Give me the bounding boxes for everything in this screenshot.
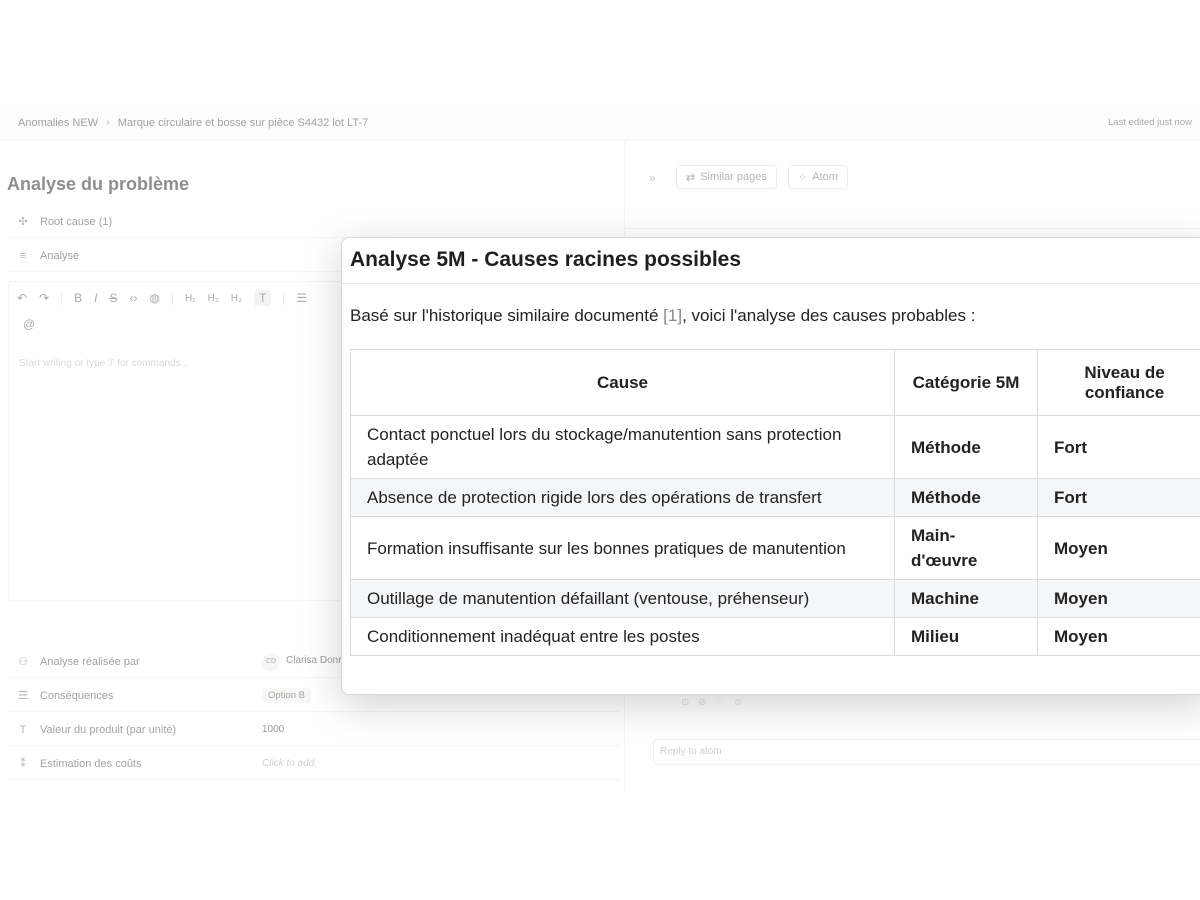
topbar: Anomalies NEW › Marque circulaire et bos… — [0, 105, 1200, 141]
breadcrumb-separator: › — [106, 117, 110, 129]
people-icon: ⚇ — [18, 656, 28, 668]
card-intro: Basé sur l'historique similaire document… — [350, 306, 975, 326]
toolbar-divider — [171, 291, 173, 305]
redo-icon[interactable]: ↷ — [39, 291, 49, 305]
property-value[interactable]: CD Clarisa Donr — [262, 652, 342, 671]
cell-confidence: Moyen — [1037, 516, 1200, 580]
cell-category: Méthode — [894, 478, 1038, 517]
collapse-panel-icon[interactable]: » — [649, 171, 656, 185]
list-icon[interactable]: ☰ — [296, 291, 307, 305]
person-name: Clarisa Donr — [286, 654, 342, 666]
breadcrumb: Anomalies NEW › Marque circulaire et bos… — [18, 117, 368, 129]
bold-button[interactable]: B — [74, 291, 82, 305]
table-header-row: Cause Catégorie 5M Niveau de confiance — [350, 349, 1200, 416]
cell-category: Milieu — [894, 617, 1038, 656]
cell-cause: Outillage de manutention défaillant (ven… — [350, 579, 895, 618]
text-lines-icon: ≡ — [19, 249, 27, 262]
mention-button[interactable]: @ — [23, 317, 35, 331]
palette-icon[interactable]: ◍ — [150, 291, 160, 305]
card-title: Analyse 5M - Causes racines possibles — [350, 248, 742, 271]
atom-icon: ⁘ — [798, 171, 808, 184]
toolbar-divider — [61, 291, 63, 305]
cell-category: Main-d'œuvre — [894, 516, 1038, 580]
cell-confidence: Moyen — [1037, 617, 1200, 656]
cell-category: Méthode — [894, 415, 1038, 479]
cell-cause: Contact ponctuel lors du stockage/manute… — [350, 415, 895, 479]
table-row: Outillage de manutention défaillant (ven… — [350, 579, 1200, 618]
property-label: Analyse réalisée par — [40, 655, 140, 668]
table-row: Formation insuffisante sur les bonnes pr… — [350, 516, 1200, 580]
cell-confidence: Moyen — [1037, 579, 1200, 618]
intro-text: Basé sur l'historique similaire document… — [350, 306, 664, 325]
property-value[interactable]: 1000 — [262, 724, 284, 735]
column-header-cause: Cause — [350, 349, 895, 416]
reply-input[interactable]: Reply to atom — [653, 739, 1200, 765]
section-title: Analyse du problème — [7, 174, 190, 194]
similar-pages-label: Similar pages — [700, 171, 767, 183]
cell-cause: Conditionnement inadéquat entre les post… — [350, 617, 895, 656]
heading1-button[interactable]: H₁ — [185, 293, 196, 304]
cell-confidence: Fort — [1037, 478, 1200, 517]
cell-category: Machine — [894, 579, 1038, 618]
property-label: Conséquences — [40, 689, 114, 702]
option-chip: Option B — [262, 688, 311, 703]
editor-toolbar: ↶ ↷ B I S ‹› ◍ H₁ H₂ H₃ T ☰ — [17, 290, 307, 306]
property-value[interactable]: Option B — [262, 688, 311, 703]
table-row: Contact ponctuel lors du stockage/manute… — [350, 415, 1200, 479]
similar-pages-button[interactable]: ⇄ Similar pages — [676, 165, 777, 189]
property-value[interactable]: Click to add. — [262, 758, 317, 769]
atom-button[interactable]: ⁘ Atom — [788, 165, 848, 189]
analysis-card: Analyse 5M - Causes racines possibles Ba… — [341, 237, 1200, 695]
intro-text: , voici l'analyse des causes probables : — [682, 306, 976, 325]
atom-label: Atom — [812, 171, 838, 183]
column-header-category: Catégorie 5M — [894, 349, 1038, 416]
breadcrumb-item-page[interactable]: Marque circulaire et bosse sur pièce S44… — [118, 117, 368, 129]
property-estimation-couts[interactable]: ⁑ Estimation des coûts Click to add. — [8, 748, 620, 780]
code-icon[interactable]: ‹› — [130, 291, 138, 305]
relation-icon: ✣ — [18, 216, 28, 228]
similar-pages-icon: ⇄ — [686, 171, 696, 184]
undo-icon[interactable]: ↶ — [17, 291, 27, 305]
table-row: Absence de protection rigide lors des op… — [350, 478, 1200, 517]
heading3-button[interactable]: H₃ — [231, 293, 242, 304]
text-type-icon: T — [19, 723, 27, 736]
assistant-header: » ⇄ Similar pages ⁘ Atom — [625, 141, 1200, 229]
divider — [342, 283, 1200, 284]
property-valeur-produit[interactable]: T Valeur du produit (par unité) 1000 — [8, 714, 620, 746]
cell-cause: Formation insuffisante sur les bonnes pr… — [350, 516, 895, 580]
italic-button[interactable]: I — [94, 291, 97, 305]
property-root-cause[interactable]: ✣ Root cause (1) — [8, 206, 620, 238]
citation-link[interactable]: [1] — [663, 306, 682, 325]
property-label: Root cause (1) — [40, 215, 113, 228]
cell-cause: Absence de protection rigide lors des op… — [350, 478, 895, 517]
property-label: Valeur du produit (par unité) — [40, 723, 177, 736]
last-edited-status: Last edited just now — [1108, 117, 1192, 128]
editor-placeholder: Start writing or type '/' for commands..… — [19, 358, 189, 369]
avatar: CD — [262, 652, 280, 671]
list-icon: ☰ — [18, 690, 28, 702]
property-label: Estimation des coûts — [40, 757, 142, 770]
heading2-button[interactable]: H₂ — [208, 293, 219, 304]
table-row: Conditionnement inadéquat entre les post… — [350, 617, 1200, 656]
number-icon: ⁑ — [20, 758, 26, 770]
breadcrumb-item-database[interactable]: Anomalies NEW — [18, 117, 98, 129]
strikethrough-button[interactable]: S — [109, 291, 117, 305]
reaction-icons[interactable]: ⊙ ⊘ ♡ ☺ — [681, 697, 746, 708]
toolbar-divider — [283, 291, 285, 305]
property-label: Analyse — [40, 249, 80, 262]
causes-table: Cause Catégorie 5M Niveau de confiance C… — [350, 349, 1200, 656]
column-header-confidence: Niveau de confiance — [1037, 349, 1200, 416]
text-style-button[interactable]: T — [254, 290, 272, 306]
cell-confidence: Fort — [1037, 415, 1200, 479]
